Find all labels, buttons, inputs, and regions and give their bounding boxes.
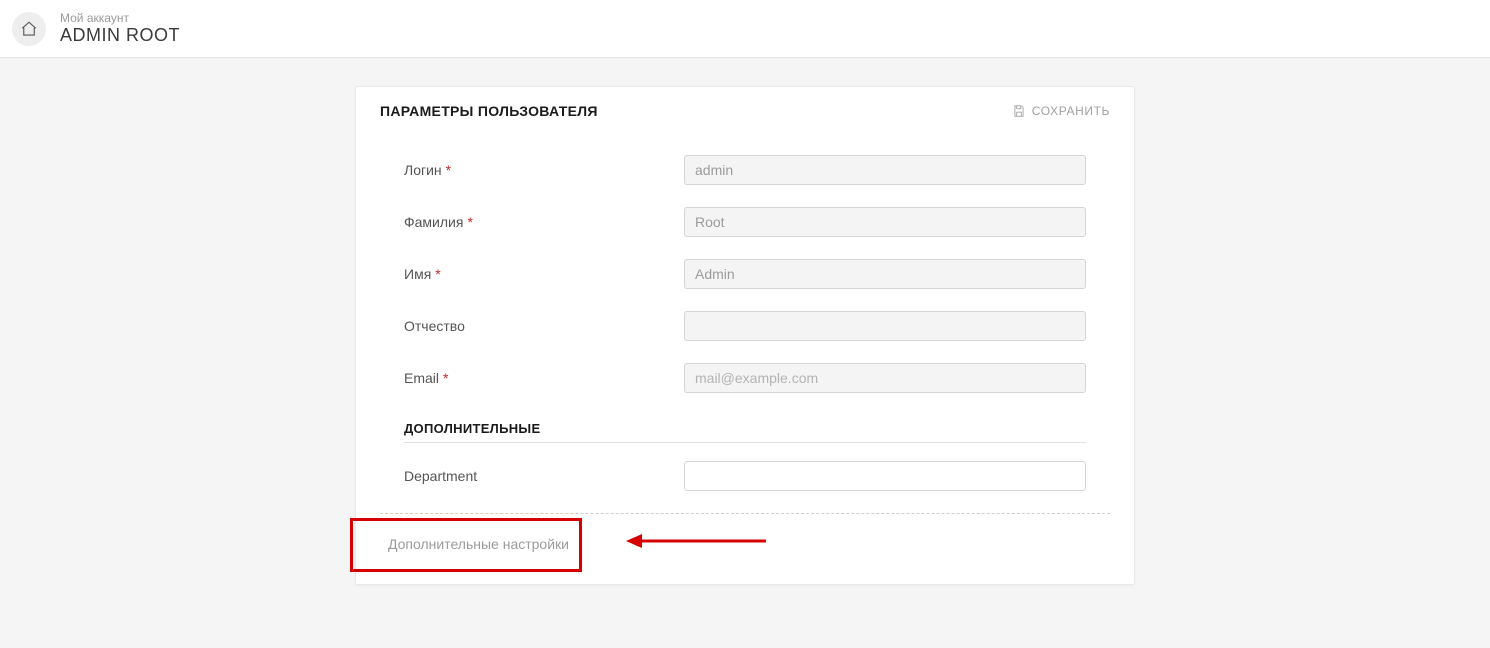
label-email-text: Email <box>404 370 439 386</box>
input-surname[interactable] <box>684 207 1086 237</box>
row-name: Имя* <box>404 259 1086 289</box>
row-email: Email* <box>404 363 1086 393</box>
input-email[interactable] <box>684 363 1086 393</box>
section-title-additional: ДОПОЛНИТЕЛЬНЫЕ <box>404 421 1086 443</box>
input-patronym[interactable] <box>684 311 1086 341</box>
label-patronym: Отчество <box>404 318 684 334</box>
row-department: Department <box>404 461 1086 491</box>
label-login-text: Логин <box>404 162 442 178</box>
save-icon <box>1012 104 1026 118</box>
home-icon <box>20 20 38 38</box>
label-department: Department <box>404 468 684 484</box>
card-title: ПАРАМЕТРЫ ПОЛЬЗОВАТЕЛЯ <box>380 103 598 119</box>
row-surname: Фамилия* <box>404 207 1086 237</box>
label-surname: Фамилия* <box>404 214 684 230</box>
dashed-separator <box>380 513 1110 514</box>
required-star: * <box>435 266 440 282</box>
label-department-text: Department <box>404 468 477 484</box>
label-email: Email* <box>404 370 684 386</box>
label-login: Логин* <box>404 162 684 178</box>
annotation-arrow <box>626 531 766 556</box>
page-title: ADMIN ROOT <box>60 25 180 47</box>
required-star: * <box>467 214 472 230</box>
form-area: Логин* Фамилия* Имя* Отчество <box>380 155 1110 491</box>
row-patronym: Отчество <box>404 311 1086 341</box>
label-name: Имя* <box>404 266 684 282</box>
home-button[interactable] <box>12 12 46 46</box>
card-header: ПАРАМЕТРЫ ПОЛЬЗОВАТЕЛЯ СОХРАНИТЬ <box>380 103 1110 119</box>
breadcrumb: Мой аккаунт <box>60 11 180 25</box>
user-settings-card: ПАРАМЕТРЫ ПОЛЬЗОВАТЕЛЯ СОХРАНИТЬ Логин* … <box>355 86 1135 585</box>
label-patronym-text: Отчество <box>404 318 465 334</box>
page-body: ПАРАМЕТРЫ ПОЛЬЗОВАТЕЛЯ СОХРАНИТЬ Логин* … <box>0 58 1490 625</box>
row-login: Логин* <box>404 155 1086 185</box>
additional-settings-link[interactable]: Дополнительные настройки <box>380 528 577 560</box>
required-star: * <box>446 162 451 178</box>
input-login[interactable] <box>684 155 1086 185</box>
breadcrumb-block: Мой аккаунт ADMIN ROOT <box>60 11 180 47</box>
label-surname-text: Фамилия <box>404 214 463 230</box>
topbar: Мой аккаунт ADMIN ROOT <box>0 0 1490 58</box>
input-name[interactable] <box>684 259 1086 289</box>
required-star: * <box>443 370 448 386</box>
label-name-text: Имя <box>404 266 431 282</box>
input-department[interactable] <box>684 461 1086 491</box>
save-button[interactable]: СОХРАНИТЬ <box>1012 104 1110 118</box>
save-button-label: СОХРАНИТЬ <box>1032 104 1110 118</box>
